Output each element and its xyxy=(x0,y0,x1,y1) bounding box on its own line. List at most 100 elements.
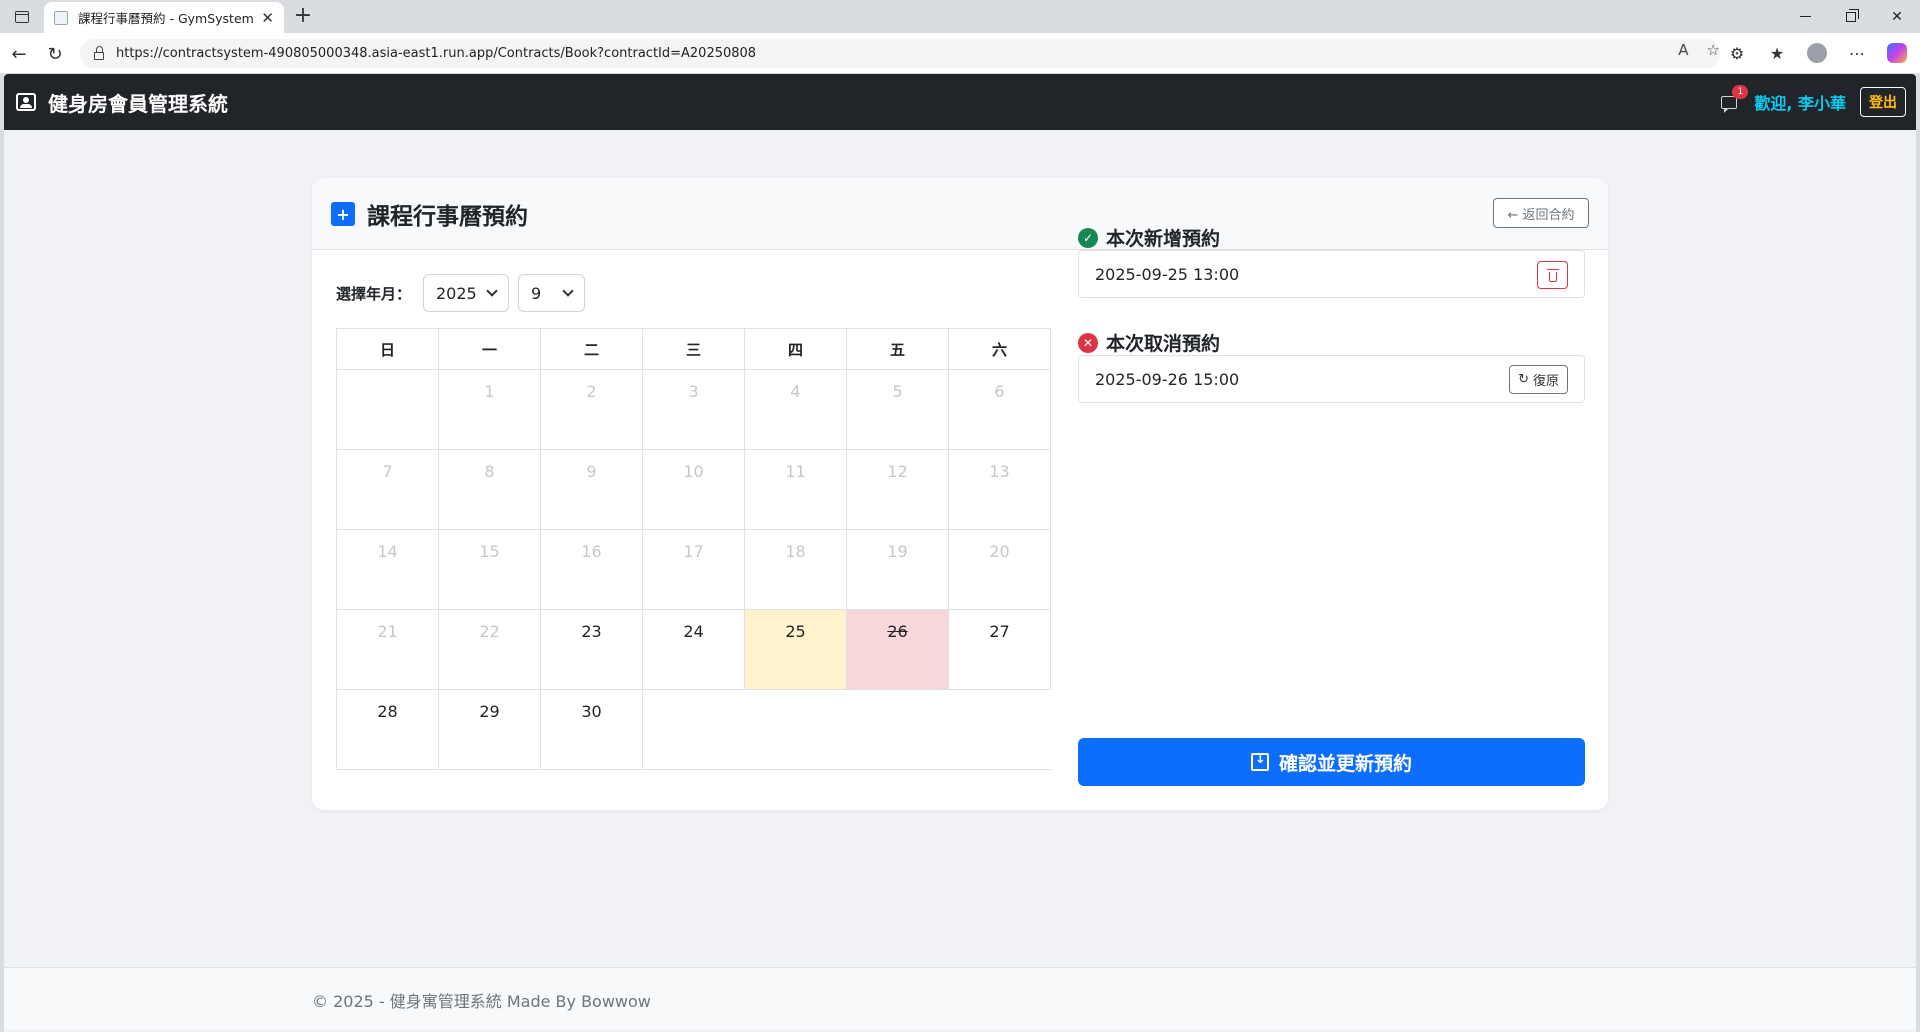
chevron-down-icon xyxy=(562,285,574,297)
card-header: + 課程行事曆預約 ← 返回合約 xyxy=(312,178,1608,250)
year-select[interactable]: 2025 xyxy=(423,274,509,312)
read-aloud-icon[interactable]: A xyxy=(1678,41,1688,59)
restore-icon xyxy=(1846,8,1859,22)
weekday-header: 三 xyxy=(642,328,745,370)
profile-button[interactable] xyxy=(1804,39,1830,67)
calendar-day-cell[interactable]: 28 xyxy=(336,689,439,770)
welcome-user-link[interactable]: 歡迎, 李小華 xyxy=(1754,90,1846,114)
month-select-value: 9 xyxy=(531,283,542,303)
calendar-empty-cell xyxy=(744,689,847,770)
copilot-button[interactable] xyxy=(1884,39,1910,67)
page-favicon-icon xyxy=(54,10,68,25)
favorites-icon[interactable]: ★ xyxy=(1764,39,1790,67)
navbar-user-area: 1 歡迎, 李小華 登出 xyxy=(1718,74,1906,130)
confirm-update-button[interactable]: 確認並更新預約 xyxy=(1078,738,1585,786)
reload-button[interactable]: ↻ xyxy=(42,41,68,67)
tab-close-icon[interactable]: ✕ xyxy=(261,9,274,27)
calendar-day-cell: 15 xyxy=(438,529,541,610)
message-count-badge: 1 xyxy=(1732,85,1749,99)
calendar-day-cell[interactable]: 23 xyxy=(540,609,643,690)
undo-icon: ↻ xyxy=(1518,372,1529,387)
favorite-star-icon[interactable]: ☆ xyxy=(1707,41,1720,59)
page-title: 課程行事曆預約 xyxy=(367,204,528,230)
page-footer: © 2025 - 健身寓管理系統 Made By Bowwow xyxy=(4,967,1916,1029)
logout-button[interactable]: 登出 xyxy=(1860,87,1906,117)
booking-card: + 課程行事曆預約 ← 返回合約 選擇年月： 2025 9 日 一 二 三 四 … xyxy=(312,178,1608,810)
calendar-day-cell[interactable]: 24 xyxy=(642,609,745,690)
weekday-header: 五 xyxy=(846,328,949,370)
footer-text: © 2025 - 健身寓管理系統 Made By Bowwow xyxy=(312,992,651,1011)
cancelled-bookings-title: 本次取消預約 xyxy=(1106,333,1221,355)
weekday-header: 一 xyxy=(438,328,541,370)
calendar-day-cell: 11 xyxy=(744,449,847,530)
calendar-day-cell: 13 xyxy=(948,449,1051,530)
calendar-body: 1 2 3 4 5 6 7 8 9 10 11 12 13 14 15 16 17 18 19 20 21 22 23 24 2… xyxy=(336,369,1051,770)
calendar-day-cell[interactable]: 27 xyxy=(948,609,1051,690)
avatar xyxy=(1807,43,1827,63)
delete-booking-button[interactable] xyxy=(1537,261,1568,289)
new-bookings-heading: ✓ 本次新增預約 xyxy=(1078,224,1220,251)
calendar-empty-cell xyxy=(846,689,949,770)
toolbar-icons: ⚙ ★ ⋯ xyxy=(1724,39,1910,67)
calendar-day-cell: 16 xyxy=(540,529,643,610)
tabs-icon xyxy=(15,11,29,23)
calendar-day-cell: 14 xyxy=(336,529,439,610)
weekday-header: 四 xyxy=(744,328,847,370)
calendar-day-cell: 20 xyxy=(948,529,1051,610)
weekday-header: 六 xyxy=(948,328,1051,370)
calendar-day-cell[interactable]: 29 xyxy=(438,689,541,770)
brand-name: 健身房會員管理系統 xyxy=(48,91,228,116)
browser-tab[interactable]: 課程行事曆預約 - GymSystem ✕ xyxy=(44,2,284,33)
save-download-icon xyxy=(1250,752,1269,771)
year-month-label: 選擇年月： xyxy=(336,285,412,303)
calendar-day-cell: 9 xyxy=(540,449,643,530)
calendar-plus-icon: + xyxy=(331,202,355,226)
back-to-contract-label: ← 返回合約 xyxy=(1507,207,1575,223)
weekday-header: 日 xyxy=(336,328,439,370)
page-title-group: + 課程行事曆預約 xyxy=(331,178,528,250)
x-circle-icon: ✕ xyxy=(1078,332,1098,353)
new-tab-button[interactable]: + xyxy=(290,4,316,30)
calendar-day-cell: 8 xyxy=(438,449,541,530)
tab-actions-button[interactable] xyxy=(8,4,36,30)
calendar-week-row: 123456 xyxy=(336,369,1051,450)
calendar-day-cell: 2 xyxy=(540,369,643,450)
calendar-day-cell: 10 xyxy=(642,449,745,530)
cancelled-bookings-heading: ✕ 本次取消預約 xyxy=(1078,329,1220,356)
calendar-day-cell[interactable]: 30 xyxy=(540,689,643,770)
more-menu-icon[interactable]: ⋯ xyxy=(1844,39,1870,67)
window-close-button[interactable]: ✕ xyxy=(1874,0,1920,33)
minimize-icon xyxy=(1799,16,1811,17)
cancelled-booking-item: 2025-09-26 15:00 ↻ 復原 xyxy=(1078,355,1585,403)
confirm-update-label: 確認並更新預約 xyxy=(1278,752,1412,775)
window-restore-button[interactable] xyxy=(1828,0,1874,33)
extensions-icon[interactable]: ⚙ xyxy=(1724,39,1750,67)
weekday-header-row: 日 一 二 三 四 五 六 xyxy=(336,328,1051,370)
calendar-week-row: 14 15 16 17 18 19 20 xyxy=(336,529,1051,610)
restore-booking-button[interactable]: ↻ 復原 xyxy=(1509,365,1568,394)
address-bar[interactable]: https://contractsystem-490805000348.asia… xyxy=(80,39,1720,68)
messages-button[interactable]: 1 xyxy=(1718,85,1749,113)
calendar-day-cell: 1 xyxy=(438,369,541,450)
cancelled-booking-datetime: 2025-09-26 15:00 xyxy=(1095,369,1240,389)
calendar-day-cell: 6 xyxy=(948,369,1051,450)
new-booking-datetime: 2025-09-25 13:00 xyxy=(1095,264,1240,284)
new-bookings-title: 本次新增預約 xyxy=(1106,228,1221,250)
calendar-day-cell: 3 xyxy=(642,369,745,450)
window-frame-right xyxy=(1916,74,1920,1032)
calendar-day-cell[interactable]: 26 xyxy=(846,609,949,690)
calendar-week-row: 7 8 9 10 11 12 13 xyxy=(336,449,1051,530)
chevron-down-icon xyxy=(486,285,498,297)
check-circle-icon: ✓ xyxy=(1078,227,1098,248)
month-select[interactable]: 9 xyxy=(518,274,585,312)
back-to-contract-button[interactable]: ← 返回合約 xyxy=(1493,198,1589,228)
address-bar-actions: A ☆ xyxy=(1678,41,1720,59)
back-button[interactable]: ← xyxy=(6,41,32,67)
tab-title: 課程行事曆預約 - GymSystem xyxy=(78,11,254,26)
window-minimize-button[interactable] xyxy=(1782,0,1828,33)
brand-link[interactable]: 健身房會員管理系統 xyxy=(16,74,228,130)
calendar-week-row: 28 29 30 xyxy=(336,689,1051,770)
restore-label: 復原 xyxy=(1532,374,1559,389)
calendar-day-cell[interactable]: 25 xyxy=(744,609,847,690)
booking-calendar: 日 一 二 三 四 五 六 1 2 3 4 5 6 7 8 9 10 11 12 13 14 15 16 17 1… xyxy=(336,328,1051,770)
